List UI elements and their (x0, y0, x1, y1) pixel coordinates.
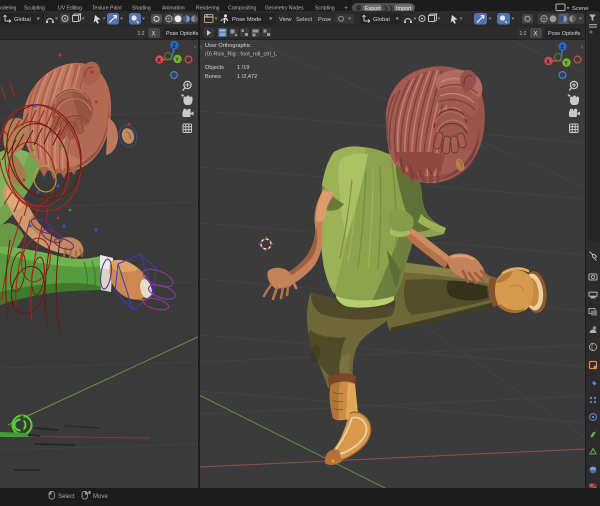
svg-text:Bones: Bones (205, 74, 221, 80)
svg-text:X: X (534, 32, 538, 38)
svg-text:X: X (157, 58, 161, 64)
svg-text:Global: Global (14, 17, 31, 23)
svg-text:Y: Y (175, 58, 179, 64)
svg-text:Objects: Objects (205, 65, 224, 71)
svg-text:Global: Global (373, 17, 390, 23)
svg-text:Move: Move (93, 494, 108, 500)
svg-text:Pose Mode: Pose Mode (232, 17, 261, 23)
svg-text:1:2: 1:2 (520, 31, 527, 37)
svg-text:1 /2,472: 1 /2,472 (237, 74, 257, 80)
svg-text:User Orthographic: User Orthographic (205, 43, 251, 49)
svg-text:1 /19: 1 /19 (237, 65, 249, 71)
svg-text:Pose: Pose (318, 17, 331, 23)
svg-text:View: View (279, 17, 292, 23)
svg-text:Select: Select (296, 17, 313, 23)
svg-text:Y: Y (564, 61, 568, 67)
svg-text:1:2: 1:2 (138, 31, 145, 37)
svg-text:Select: Select (58, 494, 75, 500)
svg-text:(0) Rick_Rig : foot_roll_ctrl_: (0) Rick_Rig : foot_roll_ctrl_L (205, 52, 277, 58)
svg-text:X: X (546, 60, 550, 66)
svg-text:X: X (152, 32, 156, 38)
